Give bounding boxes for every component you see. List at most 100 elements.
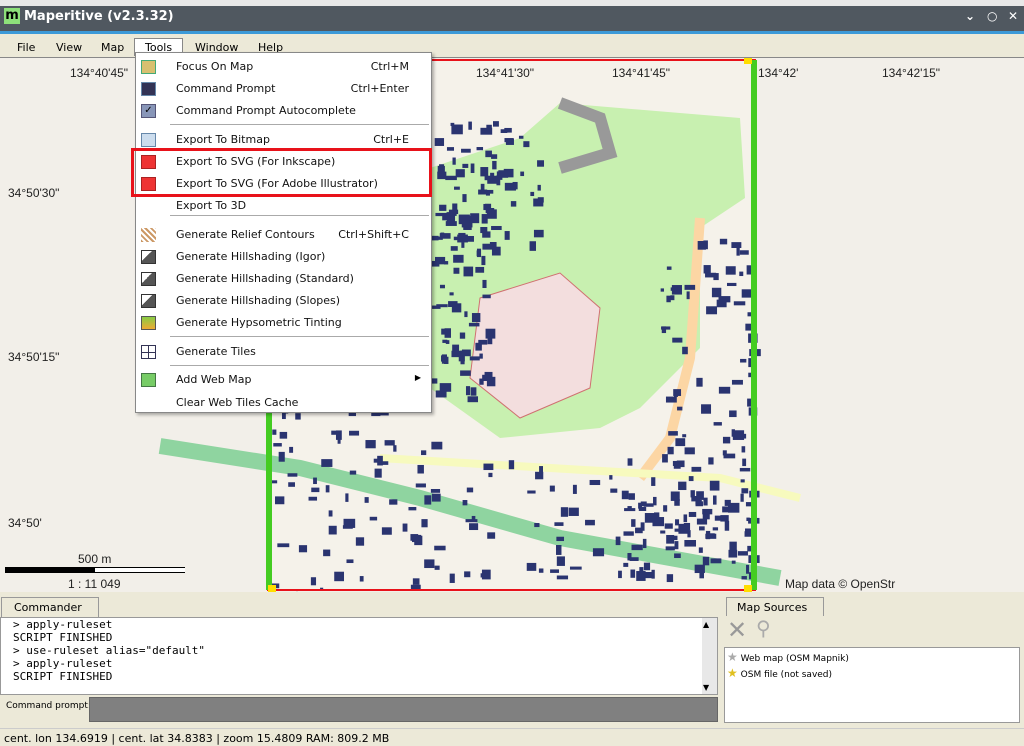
menu-item-generate-tiles[interactable]: Generate Tiles <box>136 342 431 362</box>
scroll-up-icon[interactable]: ▲ <box>703 620 709 629</box>
lat-label: 34°50'30" <box>8 186 60 200</box>
remove-source-icon[interactable]: ✕ <box>727 616 747 644</box>
menu-item-export-to-3d[interactable]: Export To 3D <box>136 196 431 216</box>
building <box>465 386 471 396</box>
building <box>460 354 465 365</box>
building <box>449 292 454 296</box>
building <box>298 545 308 553</box>
console-line: > apply-ruleset <box>13 618 113 631</box>
building <box>457 234 468 243</box>
building <box>673 393 678 397</box>
building <box>334 571 345 582</box>
building <box>554 522 564 526</box>
building <box>421 450 427 456</box>
building <box>434 138 445 146</box>
menu-item-generate-relief-contours[interactable]: Generate Relief Contours Ctrl+Shift+C <box>136 225 431 245</box>
menu-item-generate-hillshading-slopes[interactable]: Generate Hillshading (Slopes) <box>136 291 431 311</box>
list-item[interactable]: ★ OSM file (not saved) <box>727 666 832 680</box>
building <box>533 229 544 238</box>
building <box>450 122 455 127</box>
console-scrollbar[interactable]: ▲ ▼ <box>702 618 717 694</box>
menu-item-export-to-bitmap[interactable]: Export To Bitmap Ctrl+E <box>136 130 431 150</box>
building <box>538 568 544 573</box>
building <box>482 231 491 238</box>
lat-label: 34°50'15" <box>8 350 60 364</box>
building <box>480 127 493 135</box>
building <box>719 238 728 245</box>
menu-item-focus-on-map[interactable]: Focus On Map Ctrl+M <box>136 57 431 77</box>
close-icon[interactable]: ✕ <box>1008 9 1018 23</box>
building <box>431 235 439 241</box>
building <box>673 463 681 469</box>
building <box>481 255 486 266</box>
menu-item-command-prompt-autocomplete[interactable]: ✓ Command Prompt Autocomplete <box>136 101 431 121</box>
building <box>725 266 736 275</box>
list-item[interactable]: ★ Web map (OSM Mapnik) <box>727 650 849 664</box>
building <box>461 148 471 153</box>
building <box>628 493 635 500</box>
command-prompt-input[interactable] <box>89 697 718 722</box>
building <box>660 530 666 534</box>
building <box>446 147 455 151</box>
building <box>402 523 408 532</box>
building <box>355 537 365 546</box>
menu-item-clear-web-tiles-cache[interactable]: Clear Web Tiles Cache <box>136 393 431 413</box>
menu-item-label: Export To Bitmap <box>176 133 270 146</box>
building <box>417 464 424 474</box>
menu-item-shortcut: Ctrl+Shift+C <box>338 228 409 241</box>
building <box>534 523 540 528</box>
building <box>323 549 331 557</box>
building <box>674 499 680 506</box>
building <box>431 378 438 384</box>
building <box>702 556 710 566</box>
building <box>523 141 530 148</box>
zoom-to-source-icon[interactable]: ⚲ <box>756 616 771 640</box>
building <box>359 576 364 582</box>
menu-item-generate-hillshading-standard[interactable]: Generate Hillshading (Standard) <box>136 269 431 289</box>
building <box>698 547 703 553</box>
building <box>441 328 447 335</box>
console-line: SCRIPT FINISHED <box>13 631 113 644</box>
lon-label: 134°40'45" <box>70 66 129 80</box>
menu-item-add-web-map[interactable]: Add Web Map ▶ <box>136 370 431 390</box>
building <box>272 429 277 435</box>
menu-file[interactable]: File <box>17 41 35 54</box>
building <box>464 311 468 318</box>
building <box>691 466 702 472</box>
menu-item-label: Generate Hillshading (Standard) <box>176 272 354 285</box>
minimize-icon[interactable]: ⌄ <box>965 9 975 23</box>
building <box>346 559 354 564</box>
lon-label: 134°41'30" <box>476 66 535 80</box>
source-label: Web map (OSM Mapnik) <box>740 654 849 664</box>
building <box>550 569 560 573</box>
menu-separator <box>170 336 429 337</box>
building <box>624 508 636 512</box>
building <box>711 287 722 298</box>
building <box>328 525 337 535</box>
menu-item-label: Generate Tiles <box>176 345 256 358</box>
menu-map[interactable]: Map <box>101 41 124 54</box>
building <box>739 250 749 255</box>
building <box>666 266 672 270</box>
building <box>667 446 674 455</box>
building <box>311 487 320 493</box>
menu-view[interactable]: View <box>56 41 82 54</box>
building <box>623 531 634 536</box>
menu-item-generate-hillshading-igor[interactable]: Generate Hillshading (Igor) <box>136 247 431 267</box>
building <box>471 313 481 323</box>
menu-item-label: Generate Hillshading (Igor) <box>176 250 326 263</box>
menu-separator <box>170 124 429 125</box>
tab-map-sources[interactable]: Map Sources <box>726 597 824 617</box>
tab-commander[interactable]: Commander <box>1 597 99 617</box>
building <box>675 438 686 447</box>
building <box>468 121 472 130</box>
menu-item-generate-hypsometric-tinting[interactable]: Generate Hypsometric Tinting <box>136 313 431 333</box>
maximize-icon[interactable]: ○ <box>987 9 997 23</box>
lon-label: 134°42'15" <box>882 66 941 80</box>
building <box>527 490 536 494</box>
scroll-down-icon[interactable]: ▼ <box>703 683 709 692</box>
building <box>537 160 545 167</box>
gold-star-icon: ★ <box>727 666 738 680</box>
building <box>295 413 301 420</box>
menu-item-command-prompt[interactable]: Command Prompt Ctrl+Enter <box>136 79 431 99</box>
